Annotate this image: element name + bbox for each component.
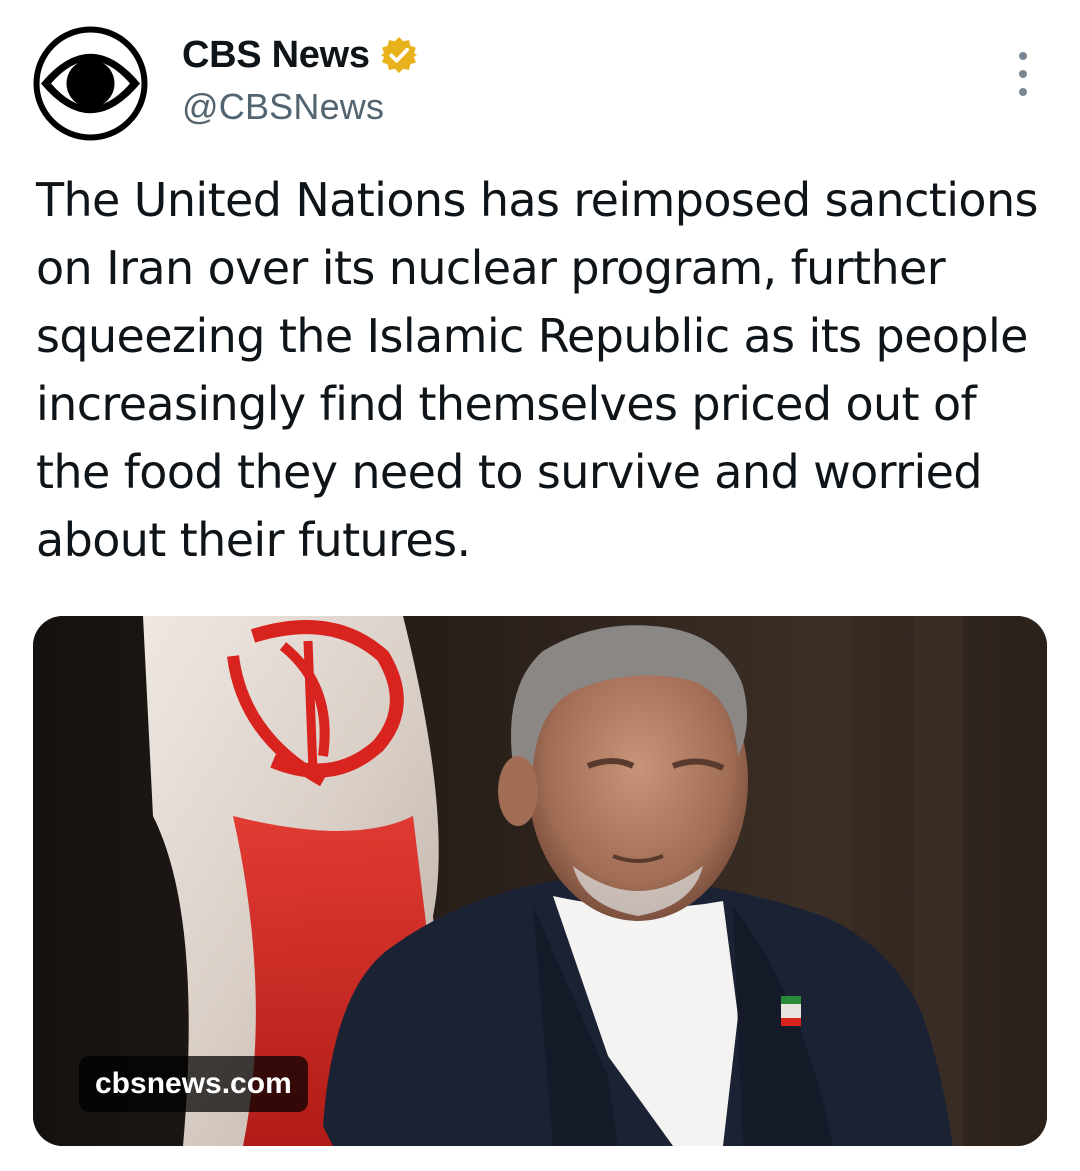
tweet-text: The United Nations has reimposed sanctio… (36, 173, 1038, 567)
display-name-row: CBS News (182, 32, 418, 78)
account-names: CBS News @CBSNews (182, 32, 418, 128)
cbs-eye-logo-icon (33, 26, 148, 141)
verified-badge-icon (380, 36, 418, 74)
tweet-header: CBS News @CBSNews (0, 0, 1080, 150)
account-handle[interactable]: @CBSNews (182, 86, 418, 128)
more-vertical-icon[interactable] (1008, 52, 1038, 96)
avatar[interactable] (33, 26, 148, 141)
link-domain-chip[interactable]: cbsnews.com (79, 1056, 308, 1112)
display-name[interactable]: CBS News (182, 34, 370, 77)
tweet-media-image[interactable]: cbsnews.com (33, 616, 1047, 1146)
